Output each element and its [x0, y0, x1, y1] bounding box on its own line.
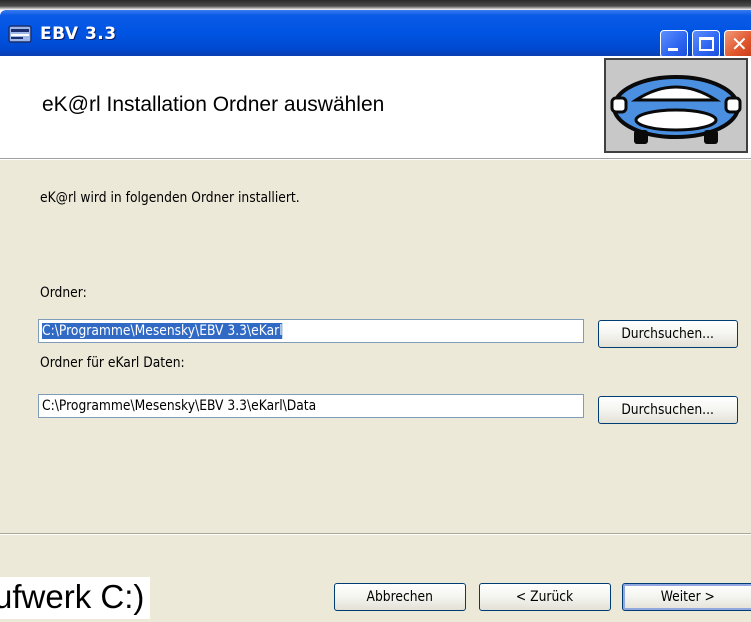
close-icon: ✕ — [731, 32, 748, 56]
car-image — [604, 58, 748, 153]
maximize-button[interactable] — [692, 30, 720, 58]
backdrop — [0, 0, 751, 10]
data-folder-label: Ordner für eKarl Daten: — [40, 355, 185, 371]
footer-divider — [0, 533, 751, 535]
back-button[interactable]: < Zurück — [479, 583, 611, 611]
folder-label: Ordner: — [40, 285, 87, 301]
folder-input[interactable]: C:\Programme\Mesensky\EBV 3.3\eKarl — [38, 319, 584, 343]
installer-icon — [8, 25, 32, 43]
dialog-body: eK@rl wird in folgenden Ordner installie… — [0, 160, 751, 622]
next-button[interactable]: Weiter > — [622, 583, 751, 611]
maximize-icon — [699, 37, 714, 51]
title-bar[interactable]: EBV 3.3 ✕ — [0, 10, 751, 58]
minimize-icon — [668, 48, 678, 51]
folder-input-value: C:\Programme\Mesensky\EBV 3.3\eKarl — [42, 323, 283, 339]
data-folder-input[interactable]: C:\Programme\Mesensky\EBV 3.3\eKarl\Data — [38, 394, 584, 418]
cancel-button[interactable]: Abbrechen — [334, 583, 466, 611]
car-icon — [610, 75, 742, 144]
data-folder-input-value: C:\Programme\Mesensky\EBV 3.3\eKarl\Data — [42, 398, 317, 414]
window-title: EBV 3.3 — [40, 24, 117, 44]
browse-data-folder-button[interactable]: Durchsuchen... — [598, 396, 738, 424]
browse-folder-button[interactable]: Durchsuchen... — [598, 320, 738, 348]
page-title: eK@rl Installation Ordner auswählen — [42, 93, 385, 116]
intro-text: eK@rl wird in folgenden Ordner installie… — [40, 190, 300, 206]
minimize-button[interactable] — [660, 30, 688, 58]
header-banner: eK@rl Installation Ordner auswählen — [0, 56, 751, 159]
overlay-caption: ufwerk C:) — [0, 577, 151, 619]
close-button[interactable]: ✕ — [724, 30, 751, 58]
